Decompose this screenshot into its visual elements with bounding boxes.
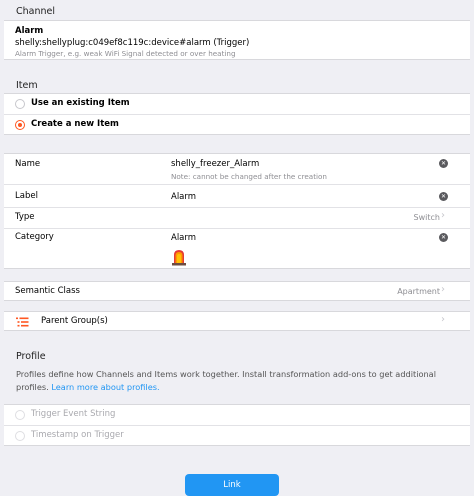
parent-groups-label: Parent Group(s)	[41, 316, 108, 326]
chevron-right-icon: ›	[441, 314, 445, 325]
use-existing-item-radio[interactable]	[15, 99, 25, 109]
channel-card: Alarm shelly:shellyplug:c049ef8c119c:dev…	[4, 20, 470, 60]
profile-option-timestamp-on-trigger[interactable]: Timestamp on Trigger	[4, 426, 470, 446]
type-label: Type	[15, 212, 35, 222]
parent-groups-row[interactable]: Parent Group(s) ›	[4, 311, 470, 331]
chevron-right-icon: ›	[441, 284, 445, 295]
use-existing-item-label: Use an existing Item	[31, 98, 130, 108]
alarm-category-icon	[172, 250, 186, 266]
clear-category-icon[interactable]: ✕	[439, 233, 448, 242]
type-row[interactable]: Type Switch ›	[4, 208, 470, 228]
channel-uid: shelly:shellyplug:c049ef8c119c:device#al…	[15, 38, 250, 48]
profile-options-card: Trigger Event String Timestamp on Trigge…	[4, 404, 470, 446]
divider	[4, 228, 470, 229]
profile-option-trigger-event-string[interactable]: Trigger Event String	[4, 405, 470, 425]
category-label: Category	[15, 232, 54, 242]
create-new-item-option[interactable]: Create a new Item	[4, 115, 470, 135]
use-existing-item-option[interactable]: Use an existing Item	[4, 94, 470, 114]
create-new-item-label: Create a new Item	[31, 119, 119, 129]
profile-section-title: Profile	[16, 351, 46, 362]
semantic-class-row[interactable]: Semantic Class Apartment ›	[4, 281, 470, 301]
profile-radio[interactable]	[15, 431, 25, 441]
channel-name: Alarm	[15, 26, 44, 36]
profile-option-label: Trigger Event String	[31, 409, 116, 419]
channel-description: Alarm Trigger, e.g. weak WiFi Signal det…	[15, 49, 236, 58]
channel-section-title: Channel	[16, 6, 56, 17]
list-icon	[16, 317, 29, 327]
semantic-class-value: Apartment	[397, 287, 440, 296]
name-input[interactable]: shelly_freezer_Alarm	[171, 159, 259, 169]
profile-description: Profiles define how Channels and Items w…	[16, 368, 456, 394]
clear-label-icon[interactable]: ✕	[439, 192, 448, 201]
category-input[interactable]: Alarm	[171, 233, 196, 243]
label-label: Label	[15, 191, 38, 201]
item-form-card: Name shelly_freezer_Alarm Note: cannot b…	[4, 153, 470, 269]
divider	[4, 184, 470, 185]
chevron-right-icon: ›	[441, 210, 445, 221]
item-section-title: Item	[16, 80, 38, 91]
profile-option-label: Timestamp on Trigger	[31, 430, 124, 440]
clear-name-icon[interactable]: ✕	[439, 159, 448, 168]
item-choice-card: Use an existing Item Create a new Item	[4, 93, 470, 135]
link-button[interactable]: Link	[185, 474, 279, 496]
create-new-item-radio[interactable]	[15, 120, 25, 130]
type-value: Switch	[413, 213, 440, 222]
name-label: Name	[15, 159, 41, 169]
profile-radio[interactable]	[15, 410, 25, 420]
name-note: Note: cannot be changed after the creati…	[171, 172, 327, 181]
learn-more-link[interactable]: Learn more about profiles.	[51, 382, 159, 392]
label-input[interactable]: Alarm	[171, 192, 196, 202]
semantic-class-label: Semantic Class	[15, 286, 80, 296]
